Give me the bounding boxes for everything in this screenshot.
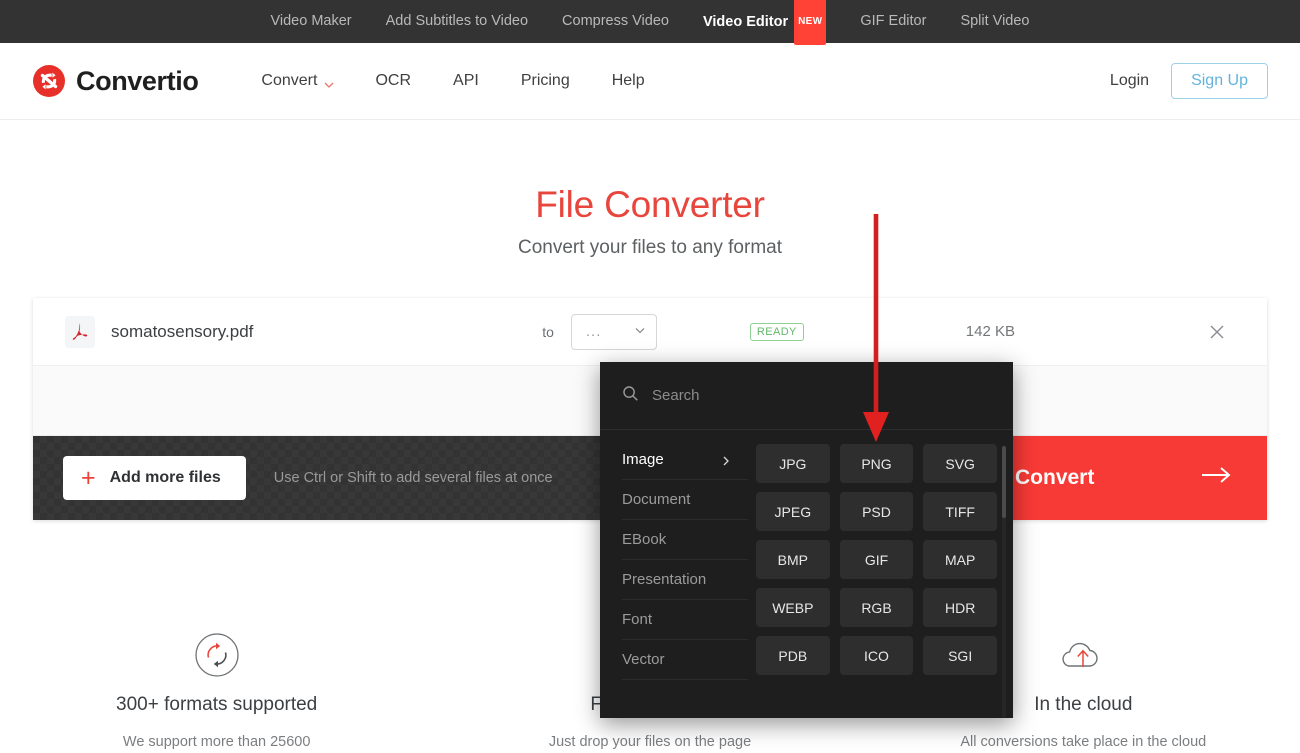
feature-title: 300+ formats supported — [116, 694, 318, 715]
multi-select-hint: Use Ctrl or Shift to add several files a… — [273, 470, 553, 486]
topbar-link-add-subtitles[interactable]: Add Subtitles to Video — [369, 0, 545, 43]
format-button-webp[interactable]: WEBP — [756, 588, 830, 627]
file-name: somatosensory.pdf — [111, 321, 254, 341]
pdf-file-icon — [65, 315, 95, 348]
main-nav: Convert OCR API Pricing Help — [240, 72, 665, 90]
feature-text: We support more than 25600 — [122, 734, 311, 750]
convert-button[interactable]: Convert — [977, 436, 1267, 520]
format-button-hdr[interactable]: HDR — [923, 588, 997, 627]
topbar-link-video-maker[interactable]: Video Maker — [253, 0, 368, 43]
format-button-map[interactable]: MAP — [923, 540, 997, 579]
topbar-label: Video Maker — [270, 13, 352, 29]
format-category-list: Image Document EBook Presentation Font V… — [600, 430, 748, 718]
format-panel-scrollbar[interactable] — [1002, 446, 1006, 718]
add-more-files-button[interactable]: + Add more files — [63, 456, 246, 500]
status-badge: READY — [749, 322, 804, 341]
page-root: Video Maker Add Subtitles to Video Compr… — [0, 0, 1300, 753]
topbar-link-video-editor[interactable]: Video Editor NEW — [686, 0, 843, 45]
close-icon[interactable] — [1207, 322, 1227, 342]
plus-icon: + — [81, 463, 96, 492]
feature-text: All conversions take place in the cloud — [960, 734, 1207, 750]
topbar-link-compress-video[interactable]: Compress Video — [545, 0, 686, 43]
feature-formats: 300+ formats supported We support more t… — [0, 632, 433, 753]
chevron-down-icon — [324, 77, 334, 88]
format-search-row — [600, 362, 1013, 430]
topbar-label: Video Editor — [702, 13, 789, 30]
scrollbar-thumb[interactable] — [1002, 446, 1006, 518]
format-button-tiff[interactable]: TIFF — [923, 492, 997, 531]
to-label: to — [542, 323, 554, 340]
convert-button-label: Convert — [1015, 466, 1095, 489]
format-category-document[interactable]: Document — [622, 480, 748, 520]
search-icon — [622, 385, 639, 407]
nav-item-convert[interactable]: Convert — [240, 72, 354, 90]
file-row: somatosensory.pdf to ... READY 142 KB — [33, 298, 1267, 366]
target-format-select[interactable]: ... — [570, 313, 657, 350]
category-label: Font — [622, 611, 653, 628]
topbar-link-gif-editor[interactable]: GIF Editor — [843, 0, 943, 43]
topbar-label: Compress Video — [562, 13, 669, 29]
page-subtitle: Convert your files to any format — [518, 237, 782, 258]
format-button-rgb[interactable]: RGB — [839, 588, 914, 627]
category-label: Vector — [622, 651, 665, 668]
category-label: Image — [622, 451, 664, 468]
new-badge: NEW — [794, 0, 827, 45]
chevron-right-icon — [722, 454, 730, 466]
refresh-circle-icon — [0, 632, 433, 678]
header-actions: Login Sign Up — [1110, 63, 1268, 99]
brand-name: Convertio — [76, 65, 199, 96]
arrow-right-icon — [1199, 465, 1233, 491]
page-title: File Converter — [535, 184, 765, 225]
promo-topbar: Video Maker Add Subtitles to Video Compr… — [0, 0, 1300, 45]
topbar-label: Split Video — [960, 13, 1030, 29]
nav-item-ocr[interactable]: OCR — [354, 72, 432, 90]
nav-item-api[interactable]: API — [432, 72, 500, 90]
nav-item-help[interactable]: Help — [591, 72, 666, 90]
format-panel-body: Image Document EBook Presentation Font V… — [600, 430, 1013, 718]
format-category-presentation[interactable]: Presentation — [622, 560, 748, 600]
format-button-jpg[interactable]: JPG — [756, 444, 830, 483]
format-category-vector[interactable]: Vector — [622, 640, 748, 680]
format-category-ebook[interactable]: EBook — [622, 520, 748, 560]
format-button-gif[interactable]: GIF — [839, 540, 914, 579]
login-link[interactable]: Login — [1110, 72, 1149, 90]
format-button-sgi[interactable]: SGI — [923, 636, 997, 675]
nav-label: Convert — [261, 72, 318, 89]
nav-item-pricing[interactable]: Pricing — [500, 72, 591, 90]
format-button-bmp[interactable]: BMP — [756, 540, 830, 579]
format-search-input[interactable] — [652, 387, 991, 404]
format-dropdown-panel: Image Document EBook Presentation Font — [600, 362, 1013, 718]
format-button-ico[interactable]: ICO — [839, 636, 914, 675]
brand-logo[interactable]: Convertio — [32, 64, 199, 98]
format-button-jpeg[interactable]: JPEG — [756, 492, 830, 531]
nav-label: Help — [611, 72, 645, 89]
hero-section: File Converter Convert your files to any… — [0, 120, 1300, 259]
target-format-value: ... — [585, 323, 602, 340]
signup-button[interactable]: Sign Up — [1171, 63, 1268, 99]
format-button-grid: JPG PNG SVG JPEG PSD TIFF BMP GIF MAP WE… — [748, 430, 1013, 718]
format-category-image[interactable]: Image — [622, 440, 748, 480]
chevron-down-icon — [634, 323, 646, 341]
nav-label: Pricing — [520, 72, 570, 89]
feature-text: Just drop your files on the page — [548, 734, 752, 750]
category-label: Presentation — [622, 571, 707, 588]
site-header: Convertio Convert OCR API Pricing Help L… — [0, 43, 1300, 120]
format-button-svg[interactable]: SVG — [923, 444, 997, 483]
format-button-png[interactable]: PNG — [839, 444, 914, 483]
format-button-pdb[interactable]: PDB — [756, 636, 830, 675]
topbar-link-split-video[interactable]: Split Video — [943, 0, 1046, 43]
nav-label: API — [453, 72, 479, 89]
format-button-psd[interactable]: PSD — [839, 492, 914, 531]
add-more-files-label: Add more files — [109, 469, 221, 486]
category-label: Document — [622, 491, 691, 508]
convertio-logo-icon — [32, 64, 66, 98]
format-category-font[interactable]: Font — [622, 600, 748, 640]
category-label: EBook — [622, 531, 667, 548]
topbar-label: Add Subtitles to Video — [385, 13, 529, 29]
file-size: 142 KB — [965, 323, 1015, 340]
topbar-label: GIF Editor — [860, 13, 927, 29]
nav-label: OCR — [375, 72, 412, 89]
